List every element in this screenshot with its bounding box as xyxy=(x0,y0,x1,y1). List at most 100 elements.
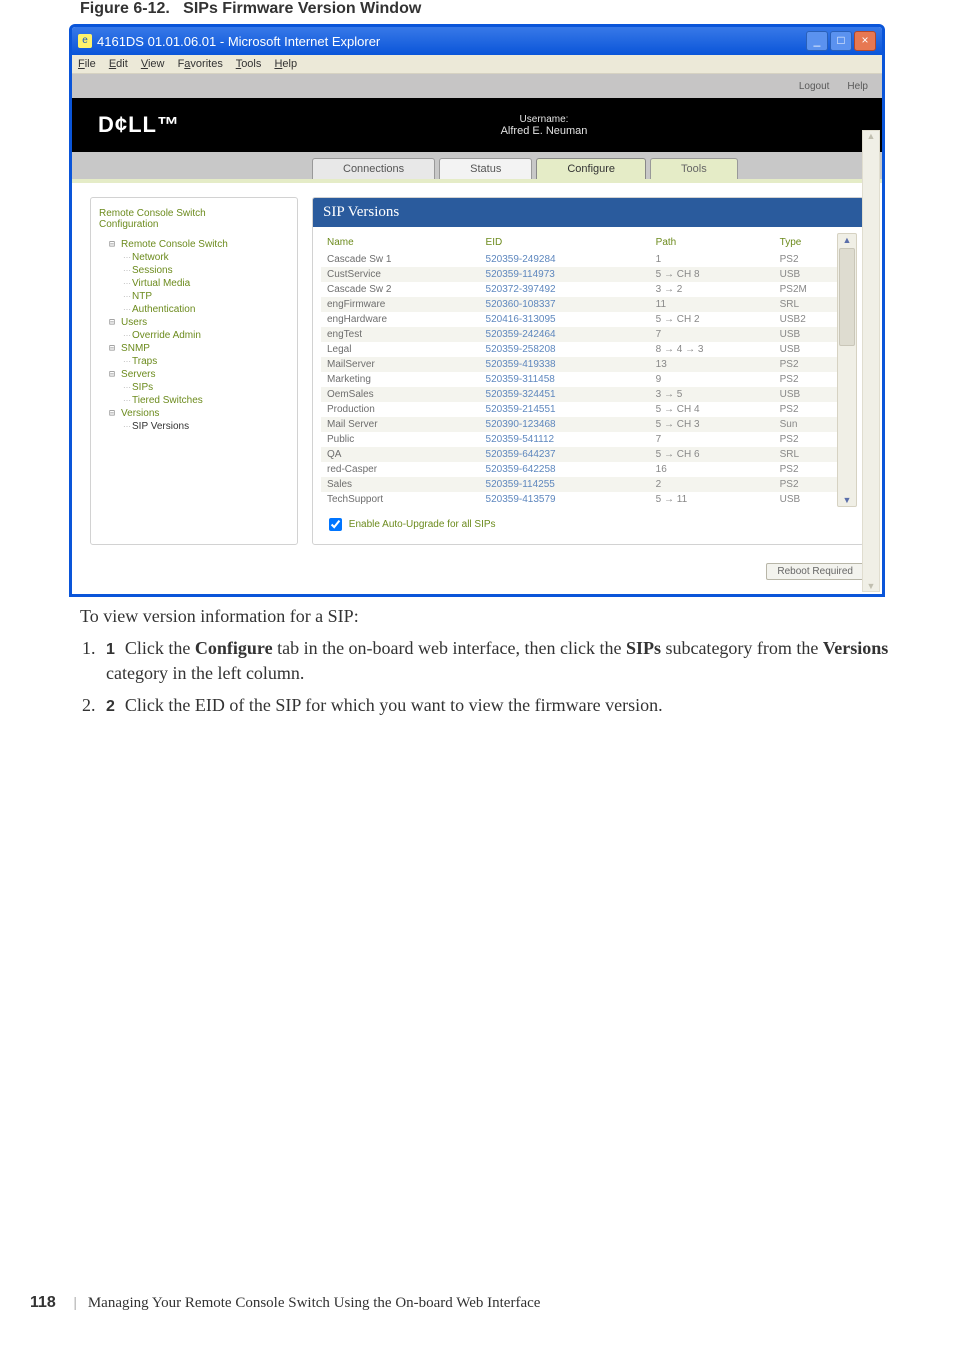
cell-name: engFirmware xyxy=(321,297,480,312)
tree-item-remote-console-switch[interactable]: Remote Console Switch xyxy=(109,238,289,251)
col-eid[interactable]: EID xyxy=(480,233,650,252)
scroll-thumb[interactable] xyxy=(839,248,855,346)
cell-path: 11 xyxy=(650,297,774,312)
cell-eid[interactable]: 520360-108337 xyxy=(480,297,650,312)
tab-status[interactable]: Status xyxy=(439,158,532,179)
cell-path: 5 → CH 3 xyxy=(650,417,774,432)
tree-item-sip-versions[interactable]: SIP Versions xyxy=(109,420,289,433)
cell-eid[interactable]: 520359-249284 xyxy=(480,252,650,267)
tree-item-sips[interactable]: SIPs xyxy=(109,381,289,394)
browser-window: e 4161DS 01.01.06.01 - Microsoft Interne… xyxy=(69,24,885,597)
reboot-required-button[interactable]: Reboot Required xyxy=(766,563,864,580)
cell-path: 5 → 11 xyxy=(650,492,774,507)
tree-item-override-admin[interactable]: Override Admin xyxy=(109,329,289,342)
scroll-down-icon[interactable]: ▼ xyxy=(843,495,852,505)
table-row: MailServer520359-41933813PS2 xyxy=(321,357,855,372)
enable-auto-upgrade-row: Enable Auto-Upgrade for all SIPs xyxy=(313,511,863,544)
username-label: Username: xyxy=(520,114,569,125)
logout-link[interactable]: Logout xyxy=(799,81,830,92)
tree-item-network[interactable]: Network xyxy=(109,251,289,264)
cell-eid[interactable]: 520390-123468 xyxy=(480,417,650,432)
cell-path: 1 xyxy=(650,252,774,267)
top-utility-bar: Logout Help xyxy=(72,74,882,98)
menu-edit[interactable]: Edit xyxy=(109,58,128,70)
cell-eid[interactable]: 520359-642258 xyxy=(480,462,650,477)
cell-eid[interactable]: 520359-419338 xyxy=(480,357,650,372)
col-path[interactable]: Path xyxy=(650,233,774,252)
menu-tools[interactable]: Tools xyxy=(236,58,262,70)
page-footer: 118 | Managing Your Remote Console Switc… xyxy=(30,1294,540,1312)
tree-item-sessions[interactable]: Sessions xyxy=(109,264,289,277)
cell-name: engHardware xyxy=(321,312,480,327)
cell-eid[interactable]: 520359-242464 xyxy=(480,327,650,342)
page-scrollbar[interactable]: ▲▼ xyxy=(862,130,880,592)
cell-eid[interactable]: 520359-258208 xyxy=(480,342,650,357)
cell-eid[interactable]: 520359-413579 xyxy=(480,492,650,507)
cell-path: 7 xyxy=(650,432,774,447)
nav-tree: Remote Console SwitchConfiguration Remot… xyxy=(90,197,298,545)
table-row: Marketing520359-3114589PS2 xyxy=(321,372,855,387)
menu-help[interactable]: Help xyxy=(274,58,297,70)
cell-eid[interactable]: 520359-541112 xyxy=(480,432,650,447)
page-number: 118 xyxy=(30,1294,56,1311)
tab-tools[interactable]: Tools xyxy=(650,158,738,179)
cell-eid[interactable]: 520359-644237 xyxy=(480,447,650,462)
menu-favorites[interactable]: Favorites xyxy=(178,58,223,70)
cell-name: Sales xyxy=(321,477,480,492)
table-row: Sales520359-1142552PS2 xyxy=(321,477,855,492)
tab-configure[interactable]: Configure xyxy=(536,158,646,179)
col-name[interactable]: Name xyxy=(321,233,480,252)
cell-name: red-Casper xyxy=(321,462,480,477)
table-row: TechSupport520359-4135795 → 11USB xyxy=(321,492,855,507)
figure-number: Figure 6-12. xyxy=(80,0,170,17)
cell-eid[interactable]: 520359-324451 xyxy=(480,387,650,402)
browser-menubar: File Edit View Favorites Tools Help xyxy=(72,55,882,74)
tree-item-versions[interactable]: Versions xyxy=(109,407,289,420)
table-row: engHardware520416-3130955 → CH 2USB2 xyxy=(321,312,855,327)
tree-item-virtual-media[interactable]: Virtual Media xyxy=(109,277,289,290)
enable-auto-upgrade-checkbox[interactable] xyxy=(329,518,342,531)
tree-item-ntp[interactable]: NTP xyxy=(109,290,289,303)
tree-item-servers[interactable]: Servers xyxy=(109,368,289,381)
tree-item-snmp[interactable]: SNMP xyxy=(109,342,289,355)
tree-item-users[interactable]: Users xyxy=(109,316,289,329)
scroll-up-icon[interactable]: ▲ xyxy=(843,235,852,245)
app-header: D¢LL™ Username: Alfred E. Neuman xyxy=(72,98,882,152)
tab-connections[interactable]: Connections xyxy=(312,158,435,179)
table-row: Cascade Sw 2520372-3974923 → 2PS2M xyxy=(321,282,855,297)
minimize-button[interactable]: _ xyxy=(806,31,828,51)
cell-name: Production xyxy=(321,402,480,417)
dell-logo: D¢LL™ xyxy=(72,98,206,152)
cell-eid[interactable]: 520359-114973 xyxy=(480,267,650,282)
cell-name: MailServer xyxy=(321,357,480,372)
cell-path: 3 → 5 xyxy=(650,387,774,402)
maximize-button[interactable]: □ xyxy=(830,31,852,51)
close-button[interactable]: × xyxy=(854,31,876,51)
main-tabs: Connections Status Configure Tools xyxy=(72,152,882,179)
panel-title: SIP Versions xyxy=(313,198,863,227)
table-row: engTest520359-2424647USB xyxy=(321,327,855,342)
tree-item-traps[interactable]: Traps xyxy=(109,355,289,368)
table-row: Mail Server520390-1234685 → CH 3Sun xyxy=(321,417,855,432)
table-row: Public520359-5411127PS2 xyxy=(321,432,855,447)
ie-icon: e xyxy=(78,34,92,48)
cell-path: 5 → CH 8 xyxy=(650,267,774,282)
cell-eid[interactable]: 520359-214551 xyxy=(480,402,650,417)
tree-item-tiered-switches[interactable]: Tiered Switches xyxy=(109,394,289,407)
menu-view[interactable]: View xyxy=(141,58,165,70)
tree-item-authentication[interactable]: Authentication xyxy=(109,303,289,316)
cell-name: Marketing xyxy=(321,372,480,387)
help-link[interactable]: Help xyxy=(847,81,868,92)
table-scrollbar[interactable]: ▲ ▼ xyxy=(837,233,857,507)
menu-file[interactable]: File xyxy=(78,58,96,70)
cell-eid[interactable]: 520359-311458 xyxy=(480,372,650,387)
cell-eid[interactable]: 520359-114255 xyxy=(480,477,650,492)
table-row: OemSales520359-3244513 → 5USB xyxy=(321,387,855,402)
table-row: CustService520359-1149735 → CH 8USB xyxy=(321,267,855,282)
table-row: Cascade Sw 1520359-2492841PS2 xyxy=(321,252,855,267)
header-username: Username: Alfred E. Neuman xyxy=(206,98,882,152)
cell-eid[interactable]: 520372-397492 xyxy=(480,282,650,297)
figure-caption: Figure 6-12. SIPs Firmware Version Windo… xyxy=(80,0,924,18)
cell-path: 3 → 2 xyxy=(650,282,774,297)
cell-eid[interactable]: 520416-313095 xyxy=(480,312,650,327)
